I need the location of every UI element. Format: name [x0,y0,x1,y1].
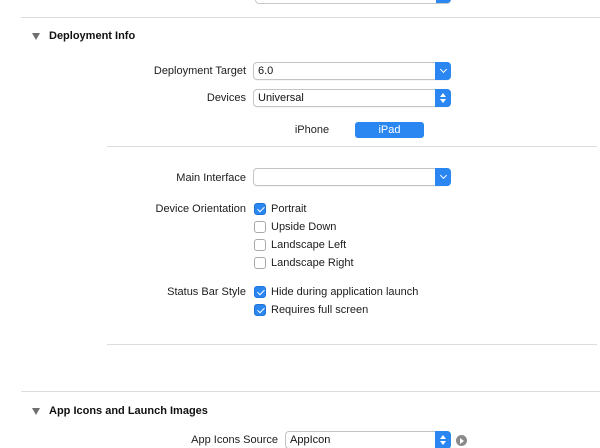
disclosure-triangle-icon[interactable] [32,32,40,40]
devices-value: Universal [258,92,304,104]
checkbox-landscape-right[interactable]: Landscape Right [254,256,354,270]
section-separator [21,17,600,18]
checkbox-hide-during-launch[interactable]: Hide during application launch [254,285,418,299]
checkbox-label: Requires full screen [271,304,369,316]
deployment-target-label: Deployment Target [153,65,246,77]
devices-select[interactable]: Universal [253,89,451,107]
tab-ipad[interactable]: iPad [355,122,424,138]
navigate-arrow-icon[interactable] [456,435,467,446]
app-icons-source-label: App Icons Source [191,434,278,446]
checkbox-checked-icon[interactable] [254,286,266,298]
chevron-down-icon[interactable] [435,62,451,80]
checkbox-unchecked-icon[interactable] [254,257,266,269]
checkbox-label: Portrait [271,203,307,215]
section-title: Deployment Info [49,30,136,42]
chevron-down-icon[interactable] [435,168,451,186]
checkbox-landscape-left[interactable]: Landscape Left [254,238,346,252]
deployment-target-value: 6.0 [258,65,274,77]
checkbox-requires-full-screen[interactable]: Requires full screen [254,303,368,317]
checkbox-label: Hide during application launch [271,286,419,298]
updown-arrows-icon[interactable] [435,431,451,448]
checkbox-portrait[interactable]: Portrait [254,202,306,216]
checkbox-label: Landscape Right [271,257,354,269]
app-icons-source-value: AppIcon [290,434,331,446]
devices-label: Devices [206,92,246,104]
checkbox-checked-icon[interactable] [254,203,266,215]
section-header-app-icons[interactable]: App Icons and Launch Images [32,405,208,417]
checkbox-unchecked-icon[interactable] [254,239,266,251]
inner-separator [107,146,597,147]
checkbox-label: Upside Down [271,221,337,233]
checkbox-checked-icon[interactable] [254,304,266,316]
status-bar-style-label: Status Bar Style [167,286,246,298]
inner-separator [107,344,597,345]
section-title: App Icons and Launch Images [49,405,208,417]
app-icons-source-select[interactable]: AppIcon [285,431,451,448]
previous-section-dropdown[interactable] [255,0,451,4]
section-header-deployment-info[interactable]: Deployment Info [32,30,135,42]
main-interface-label: Main Interface [176,172,246,184]
main-interface-combobox[interactable] [253,168,451,186]
device-orientation-label: Device Orientation [155,203,247,215]
deployment-target-select[interactable]: 6.0 [253,62,451,80]
disclosure-triangle-icon[interactable] [32,407,40,415]
dropdown-button[interactable] [436,0,451,3]
updown-arrows-icon[interactable] [435,89,451,107]
section-separator [21,391,600,392]
tab-iphone[interactable]: iPhone [282,122,342,138]
checkbox-upside-down[interactable]: Upside Down [254,220,336,234]
checkbox-unchecked-icon[interactable] [254,221,266,233]
checkbox-label: Landscape Left [271,239,347,251]
